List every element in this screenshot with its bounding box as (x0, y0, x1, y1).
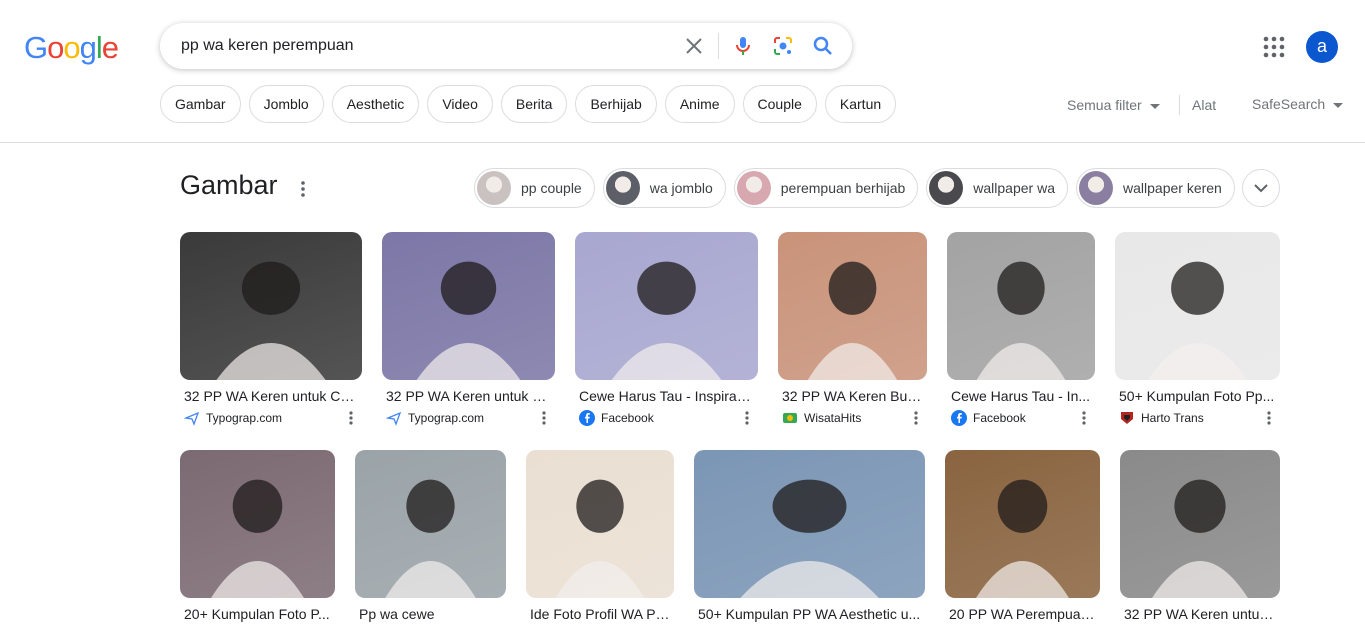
chevron-down-icon (1254, 184, 1268, 193)
tools-button[interactable]: Alat (1192, 97, 1216, 113)
chip-aesthetic[interactable]: Aesthetic (331, 85, 420, 123)
result-thumbnail[interactable] (778, 232, 927, 380)
chip-video[interactable]: Video (427, 85, 493, 123)
chip-berhijab[interactable]: Berhijab (575, 85, 657, 123)
chip-anime[interactable]: Anime (664, 85, 735, 123)
related-chip-label: pp couple (521, 180, 582, 196)
result-title[interactable]: Pp wa cewe (359, 606, 502, 622)
result-title[interactable]: Cewe Harus Tau - In... (951, 388, 1091, 404)
google-logo[interactable]: Google (24, 30, 119, 66)
hartotrans-icon (1119, 410, 1135, 426)
result-title[interactable]: 20+ Kumpulan Foto P... (184, 606, 331, 622)
result-thumbnail[interactable] (1120, 450, 1280, 598)
result-thumbnail[interactable] (945, 450, 1100, 598)
caret-down-icon (1149, 103, 1160, 109)
related-thumbnail (605, 171, 640, 205)
result-title[interactable]: 32 PP WA Keren untuk C... (386, 388, 551, 404)
chip-gambar[interactable]: Gambar (160, 85, 241, 123)
related-thumbnail (736, 171, 771, 205)
chip-couple[interactable]: Couple (742, 85, 817, 123)
more-options-icon[interactable] (1082, 411, 1086, 425)
clear-icon[interactable] (682, 34, 706, 58)
search-input[interactable]: pp wa keren perempuan (181, 37, 354, 55)
tools-divider (1179, 95, 1180, 115)
account-avatar[interactable]: a (1306, 31, 1338, 63)
result-source[interactable]: Typograp.com (408, 411, 484, 425)
result-thumbnail[interactable] (355, 450, 506, 598)
result-thumbnail[interactable] (575, 232, 758, 380)
more-options-icon[interactable] (745, 411, 749, 425)
related-thumbnail (1079, 171, 1113, 205)
chip-jomblo[interactable]: Jomblo (248, 85, 324, 123)
paper-plane-icon (385, 410, 402, 426)
more-options-icon[interactable] (349, 411, 353, 425)
all-filters-label: Semua filter (1067, 97, 1142, 113)
filter-chips: Gambar Jomblo Aesthetic Video Berita Ber… (160, 85, 897, 123)
facebook-icon (579, 410, 595, 426)
expand-related-button[interactable] (1242, 169, 1280, 207)
more-options-icon[interactable] (542, 411, 546, 425)
safesearch-button[interactable]: SafeSearch (1252, 96, 1344, 112)
related-chip[interactable]: perempuan berhijab (733, 168, 919, 208)
result-source[interactable]: Harto Trans (1141, 411, 1204, 425)
result-title[interactable]: 50+ Kumpulan Foto Pp... (1119, 388, 1276, 404)
related-chip-label: wallpaper keren (1123, 180, 1222, 196)
paper-plane-icon (183, 410, 200, 426)
logo-letter: G (24, 30, 48, 65)
related-chip-label: wallpaper wa (973, 180, 1055, 196)
related-searches: pp couple wa jomblo perempuan berhijab wall… (474, 168, 1235, 208)
safesearch-label: SafeSearch (1252, 96, 1326, 112)
related-thumbnail (477, 171, 511, 205)
result-title[interactable]: 20 PP WA Perempuan... (949, 606, 1096, 622)
chip-kartun[interactable]: Kartun (824, 85, 897, 123)
related-chip-label: wa jomblo (649, 180, 713, 196)
more-options-icon[interactable] (1267, 411, 1271, 425)
result-thumbnail[interactable] (180, 232, 362, 380)
result-thumbnail[interactable] (1115, 232, 1280, 380)
result-thumbnail[interactable] (694, 450, 925, 598)
result-source[interactable]: Facebook (973, 411, 1026, 425)
related-chip-label: perempuan berhijab (780, 180, 906, 196)
result-title[interactable]: 32 PP WA Keren untuk ... (1124, 606, 1276, 622)
logo-letter: o (47, 30, 64, 65)
search-divider (718, 33, 719, 59)
result-source[interactable]: Facebook (601, 411, 654, 425)
related-chip[interactable]: wallpaper wa (926, 168, 1068, 208)
facebook-icon (951, 410, 967, 426)
section-title: Gambar (180, 170, 278, 200)
caret-down-icon (1333, 102, 1344, 108)
result-thumbnail[interactable] (526, 450, 674, 598)
result-title[interactable]: 32 PP WA Keren Buat... (782, 388, 923, 404)
all-filters-button[interactable]: Semua filter (1067, 97, 1160, 113)
result-thumbnail[interactable] (947, 232, 1095, 380)
header: Google pp wa keren perempuan a Gambar Jo… (0, 0, 1365, 143)
result-source[interactable]: WisataHits (804, 411, 861, 425)
result-thumbnail[interactable] (382, 232, 555, 380)
chip-berita[interactable]: Berita (500, 85, 568, 123)
related-chip[interactable]: wa jomblo (602, 168, 726, 208)
result-title[interactable]: Ide Foto Profil WA Pe... (530, 606, 670, 622)
result-thumbnail[interactable] (180, 450, 335, 598)
logo-letter: o (63, 30, 80, 65)
logo-letter: e (101, 30, 119, 65)
related-chip[interactable]: pp couple (474, 168, 595, 208)
result-title[interactable]: 50+ Kumpulan PP WA Aesthetic u... (698, 606, 921, 622)
more-options-icon[interactable] (300, 181, 306, 197)
logo-letter: g (79, 30, 97, 65)
lens-icon[interactable] (771, 34, 795, 58)
search-box[interactable]: pp wa keren perempuan (160, 23, 852, 69)
more-options-icon[interactable] (914, 411, 918, 425)
wisatahits-icon (782, 410, 798, 426)
result-title[interactable]: Cewe Harus Tau - Inspirasi... (579, 388, 754, 404)
result-source[interactable]: Typograp.com (206, 411, 282, 425)
related-thumbnail (929, 171, 964, 205)
search-icon[interactable] (811, 34, 835, 58)
related-chip[interactable]: wallpaper keren (1076, 168, 1235, 208)
result-title[interactable]: 32 PP WA Keren untuk Co... (184, 388, 358, 404)
apps-grid-icon[interactable] (1263, 36, 1285, 58)
microphone-icon[interactable] (731, 34, 755, 58)
